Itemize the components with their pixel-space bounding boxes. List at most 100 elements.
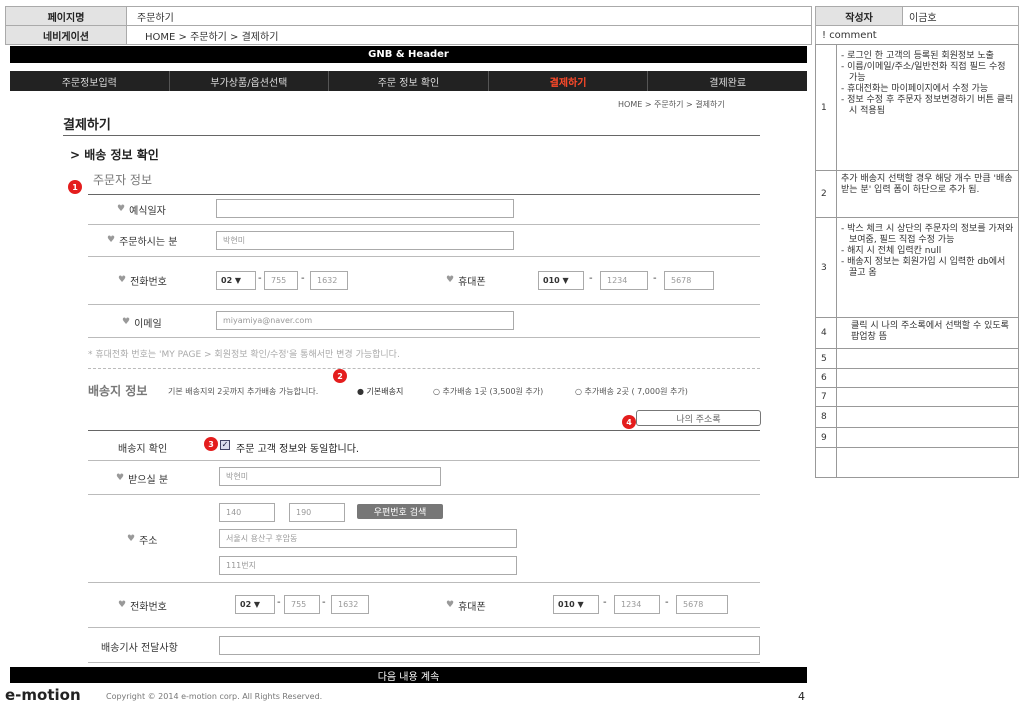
ship-mobile-last-input[interactable]: 5678 (676, 595, 728, 614)
zip-search-button[interactable]: 우편번호 검색 (357, 504, 443, 519)
phone-last-input[interactable]: 1632 (310, 271, 348, 290)
shipping-title: 배송지 정보 (88, 384, 148, 398)
page-name-value: 주문하기 (126, 6, 812, 26)
email-label: ♥ 이메일 (122, 317, 162, 330)
badge-1: 1 (68, 180, 82, 194)
row-divider (88, 304, 760, 305)
ship-mobile-label: ♥ 휴대폰 (446, 600, 486, 613)
comment-label: ! comment (815, 25, 1019, 45)
nav-label: 네비게이션 (5, 25, 127, 45)
comment-row: 3 - 박스 체크 시 상단의 주문자의 정보를 가져와 보여줌, 필드 직접 … (815, 218, 1019, 318)
address-label: ♥ 주소 (127, 534, 158, 547)
receiver-input[interactable]: 박현미 (219, 467, 441, 486)
section-title: > 배송 정보 확인 (70, 148, 159, 162)
phone-mid-input[interactable]: 755 (264, 271, 298, 290)
ship-phone-label: ♥ 전화번호 (118, 600, 167, 613)
comment-row: 7 (815, 388, 1019, 407)
radio-default[interactable]: ● 기본배송지 (357, 386, 403, 397)
gnb-header-bar: GNB & Header (10, 46, 807, 63)
heart-icon: ♥ (446, 275, 455, 285)
email-input[interactable]: miyamiya@naver.com (216, 311, 514, 330)
row-divider (88, 627, 760, 628)
phone-prefix-select[interactable]: 02 ▼ (216, 271, 256, 290)
ship-mobile-mid-input[interactable]: 1234 (614, 595, 660, 614)
address-book-button[interactable]: 나의 주소록 (636, 410, 761, 426)
same-as-orderer-label: 주문 고객 정보와 동일합니다. (236, 444, 360, 455)
heart-icon: ♥ (118, 275, 127, 285)
zip1-input[interactable]: 140 (219, 503, 275, 522)
name-label: ♥ 주문하시는 분 (107, 235, 178, 248)
driver-note-input[interactable] (219, 636, 760, 655)
comment-row: 2 추가 배송지 선택할 경우 해당 개수 만큼 '배송 받는 분' 입력 폼이… (815, 171, 1019, 218)
ship-phone-mid-input[interactable]: 755 (284, 595, 320, 614)
ship-mobile-prefix-select[interactable]: 010 ▼ (553, 595, 599, 614)
orderer-title: 주문자 정보 (93, 173, 153, 187)
breadcrumb: HOME > 주문하기 > 결제하기 (618, 100, 725, 109)
dash-sep: - (277, 597, 281, 608)
step-payment[interactable]: 결제하기 (489, 71, 649, 91)
row-divider (88, 582, 760, 583)
radio-empty-icon: ○ (433, 387, 440, 396)
author-value: 이금호 (902, 6, 1019, 26)
order-steps: 주문정보입력 부가상품/옵션선택 주문 정보 확인 결제하기 결제완료 (10, 71, 807, 91)
dash-sep: - (653, 273, 657, 284)
continue-bar: 다음 내용 계속 (10, 667, 807, 683)
heart-icon: ♥ (107, 235, 116, 245)
heart-icon: ♥ (446, 600, 455, 610)
author-label: 작성자 (815, 6, 903, 26)
comment-row: 8 (815, 407, 1019, 428)
address2-input[interactable]: 111번지 (219, 556, 517, 575)
radio-add-two[interactable]: ○ 추가배송 2곳 ( 7,000원 추가) (575, 386, 688, 397)
step-order-info[interactable]: 주문정보입력 (10, 71, 170, 91)
comment-row: 1 - 로그인 한 고객의 등록된 회원정보 노출 - 이름/이메일/주소/일반전… (815, 44, 1019, 171)
orderer-top-line (88, 194, 760, 195)
dash-sep: - (665, 597, 669, 608)
comment-row: 9 (815, 428, 1019, 448)
shipping-desc: 기본 배송지외 2곳까지 추가배송 가능합니다. (168, 387, 319, 396)
comment-row (815, 448, 1019, 478)
heart-icon: ♥ (118, 600, 127, 610)
comment-row: 5 (815, 349, 1019, 369)
step-confirm[interactable]: 주문 정보 확인 (329, 71, 489, 91)
ship-phone-last-input[interactable]: 1632 (331, 595, 369, 614)
dash-sep: - (258, 273, 262, 284)
same-as-orderer-checkbox[interactable]: ✓ (220, 440, 230, 450)
dash-sep: - (589, 273, 593, 284)
radio-add-one[interactable]: ○ 추가배송 1곳 (3,500원 추가) (433, 386, 543, 397)
heart-icon: ♥ (122, 317, 131, 327)
row-divider (88, 337, 760, 338)
date-input[interactable] (216, 199, 514, 218)
confirm-label: 배송지 확인 (118, 444, 168, 455)
nav-path: HOME > 주문하기 > 결제하기 (126, 25, 812, 45)
comment-row: 6 (815, 369, 1019, 388)
mobile-last-input[interactable]: 5678 (664, 271, 714, 290)
date-label: ♥ 예식일자 (117, 204, 166, 217)
mobile-prefix-select[interactable]: 010 ▼ (538, 271, 584, 290)
dash-sep: - (603, 597, 607, 608)
phone-label: ♥ 전화번호 (118, 275, 167, 288)
row-divider (88, 224, 760, 225)
page-name-label: 페이지명 (5, 6, 127, 26)
address1-input[interactable]: 서울시 용산구 후암동 (219, 529, 517, 548)
radio-empty-icon: ○ (575, 387, 582, 396)
name-input[interactable]: 박현미 (216, 231, 514, 250)
row-divider (88, 494, 760, 495)
zip2-input[interactable]: 190 (289, 503, 345, 522)
page-title: 결제하기 (63, 118, 111, 133)
title-divider (63, 135, 760, 136)
comment-row: 4 클릭 시 나의 주소록에서 선택할 수 있도록 팝업창 뜸 (815, 318, 1019, 349)
step-complete[interactable]: 결제완료 (648, 71, 807, 91)
driver-note-label: 배송기사 전달사항 (101, 643, 178, 654)
step-options[interactable]: 부가상품/옵션선택 (170, 71, 330, 91)
dash-sep: - (301, 273, 305, 284)
badge-3: 3 (204, 437, 218, 451)
row-divider (88, 460, 760, 461)
dash-sep: - (322, 597, 326, 608)
mobile-notice: * 휴대전화 번호는 'MY PAGE > 회원정보 확인/수정'을 통해서만 … (88, 350, 400, 360)
ship-phone-prefix-select[interactable]: 02 ▼ (235, 595, 275, 614)
mobile-mid-input[interactable]: 1234 (600, 271, 648, 290)
row-divider (88, 662, 760, 663)
heart-icon: ♥ (127, 534, 136, 544)
radio-filled-icon: ● (357, 387, 364, 396)
heart-icon: ♥ (117, 204, 126, 214)
